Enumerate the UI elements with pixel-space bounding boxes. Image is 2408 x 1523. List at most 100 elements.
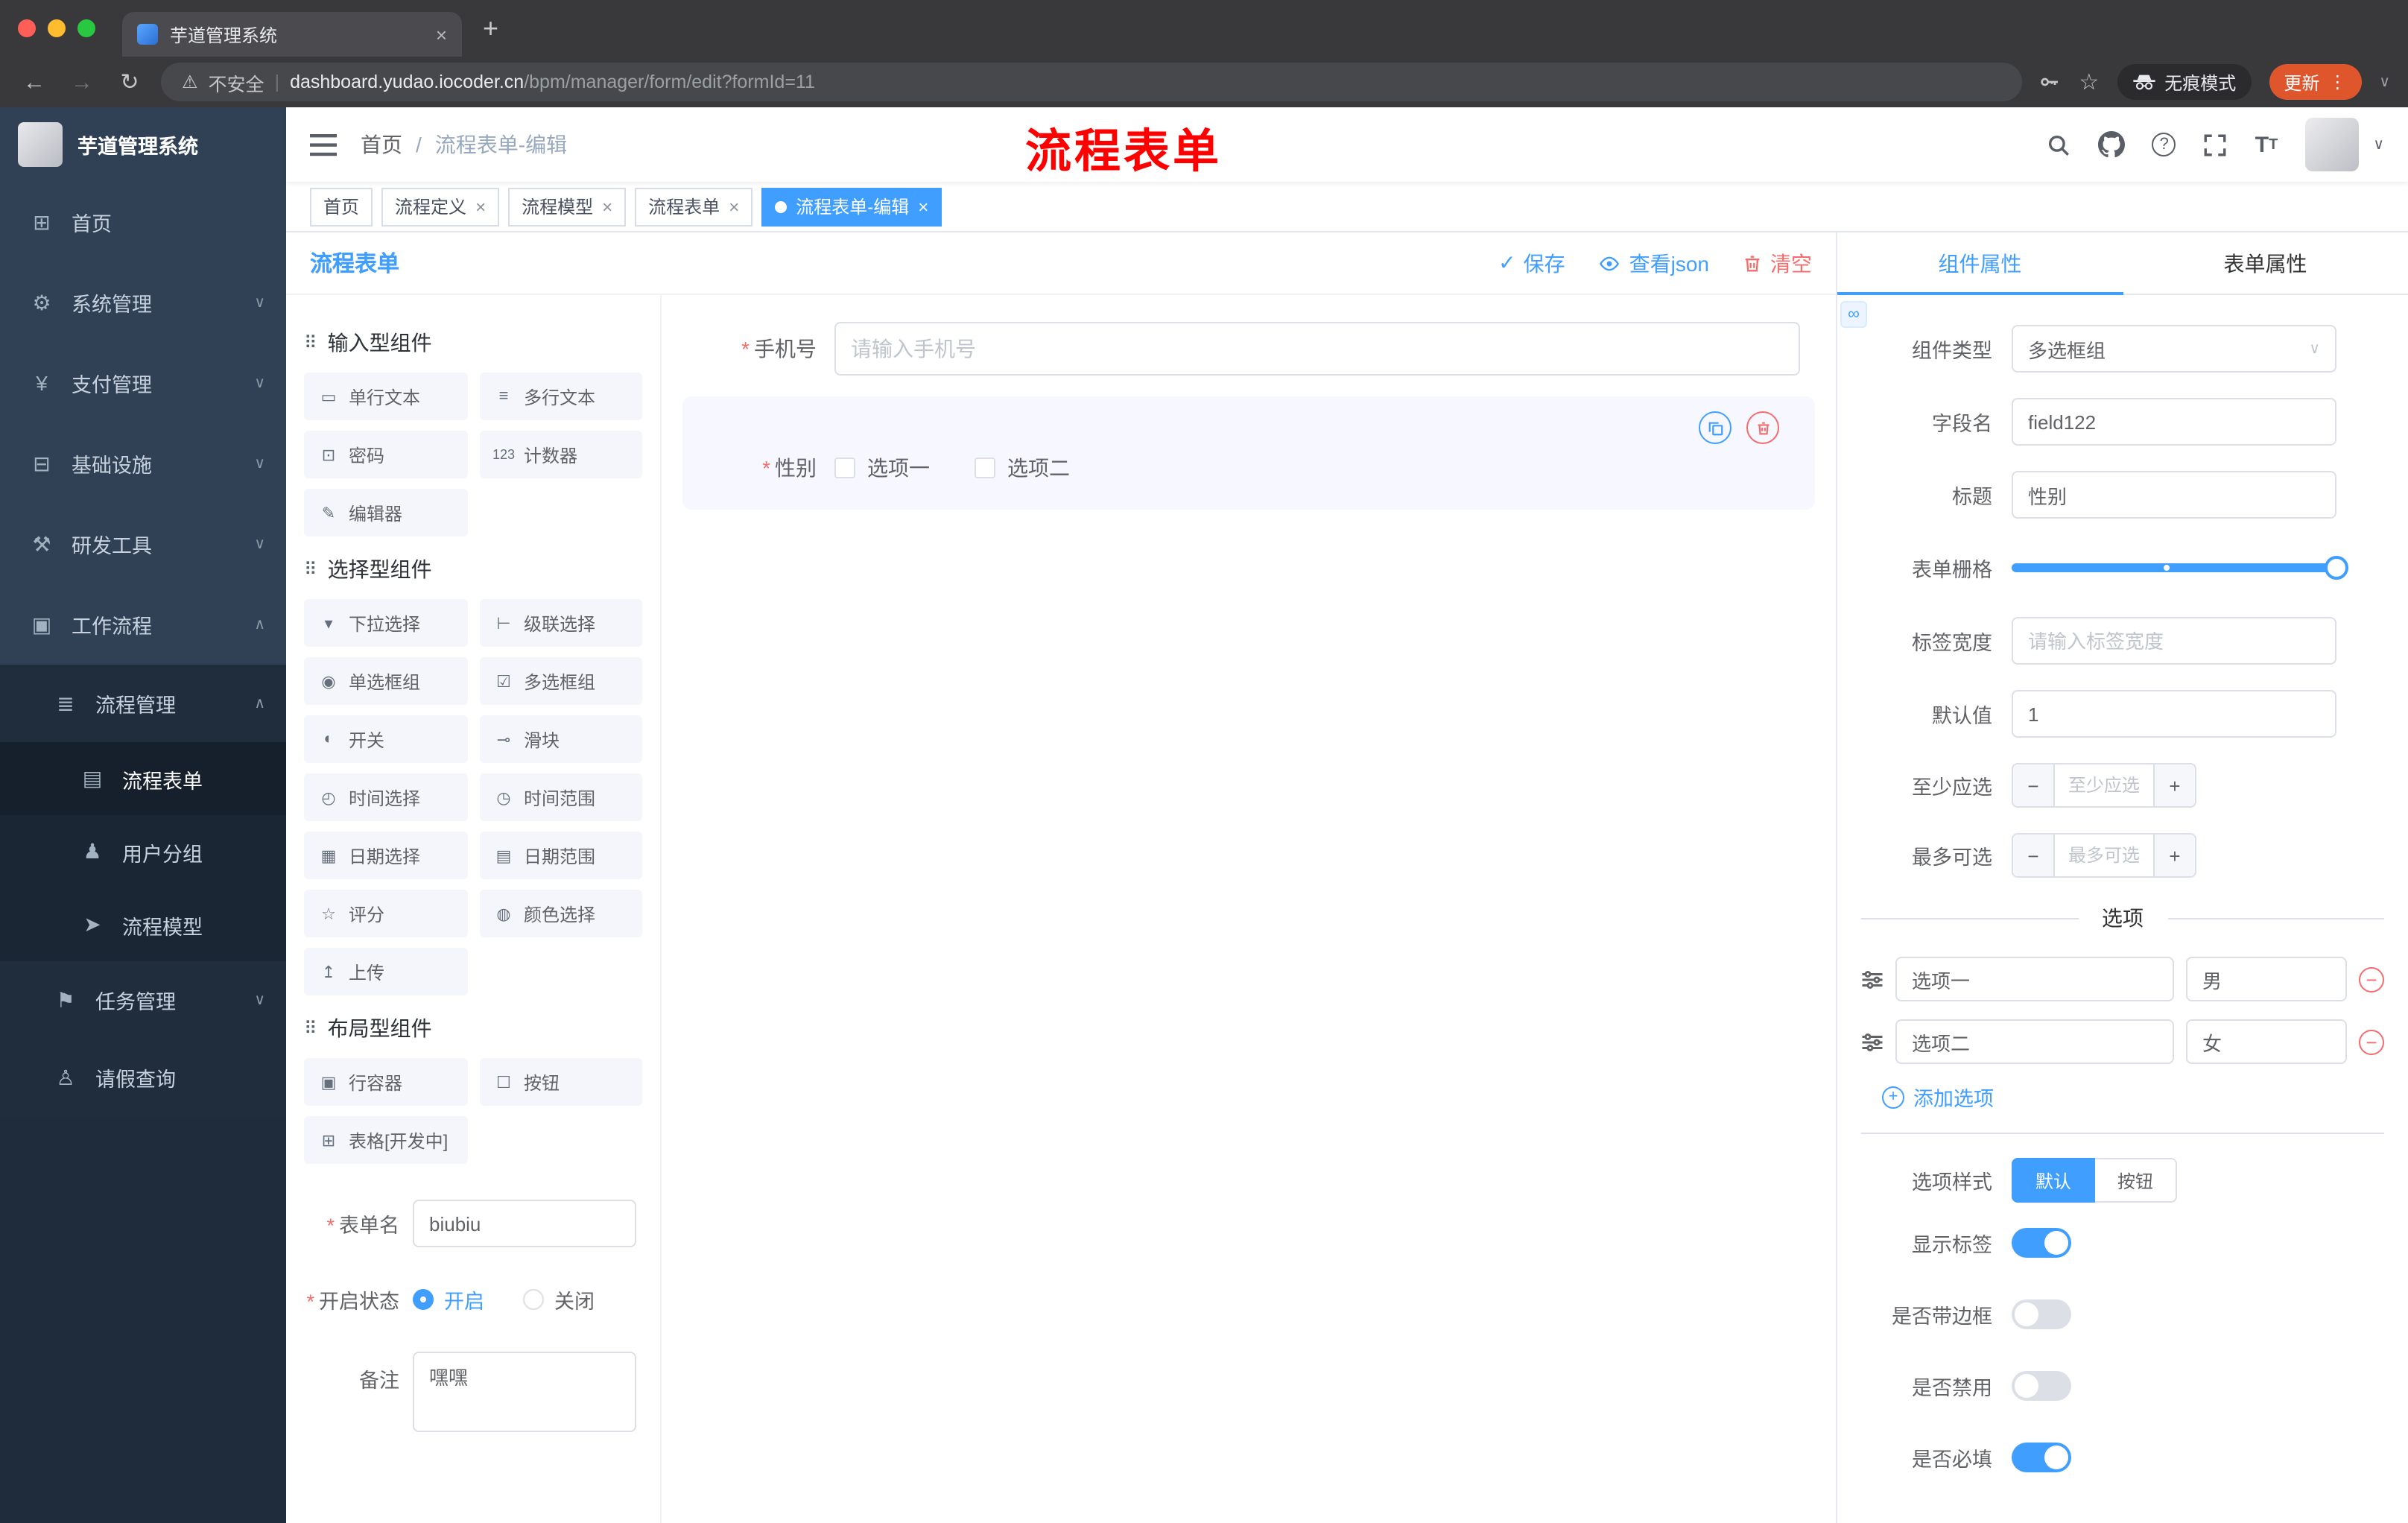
- sidebar-item-infra[interactable]: ⊟ 基础设施 ∨: [0, 423, 286, 504]
- forward-icon[interactable]: →: [66, 69, 98, 95]
- delete-component-icon[interactable]: [1746, 411, 1779, 444]
- browser-menu-icon[interactable]: ⋮: [2328, 72, 2346, 92]
- show-label-toggle[interactable]: [2012, 1228, 2071, 1258]
- required-toggle[interactable]: [2012, 1443, 2071, 1472]
- sidebar-item-system[interactable]: ⚙ 系统管理 ∨: [0, 262, 286, 343]
- close-icon[interactable]: ×: [729, 196, 739, 217]
- title-input[interactable]: [2012, 471, 2336, 519]
- sidebar-item-process-mgmt[interactable]: ≣ 流程管理 ∧: [0, 665, 286, 742]
- save-button[interactable]: ✓ 保存: [1498, 248, 1565, 278]
- chevron-down-icon[interactable]: ∨: [2379, 74, 2390, 90]
- gender-field[interactable]: * 性别 选项一 选项二: [697, 453, 1800, 483]
- minimize-window-button[interactable]: [48, 19, 66, 37]
- field-name-input[interactable]: [2012, 398, 2336, 446]
- sidebar-item-devtools[interactable]: ⚒ 研发工具 ∨: [0, 504, 286, 584]
- palette-item-button[interactable]: ☐ 按钮: [479, 1058, 642, 1106]
- github-icon[interactable]: [2098, 131, 2126, 158]
- search-icon[interactable]: [2047, 132, 2072, 157]
- sidebar-item-leave-query[interactable]: ♙ 请假查询: [0, 1039, 286, 1116]
- password-key-icon[interactable]: [2037, 70, 2061, 94]
- address-bar[interactable]: ⚠ 不安全 | dashboard.yudao.iocoder.cn/bpm/m…: [161, 63, 2023, 101]
- palette-item-time-range[interactable]: ◷ 时间范围: [479, 773, 642, 821]
- help-icon[interactable]: ?: [2152, 133, 2176, 156]
- link-icon[interactable]: ∞: [1840, 301, 1867, 328]
- close-window-button[interactable]: [18, 19, 36, 37]
- palette-item-password[interactable]: ⊡ 密码: [304, 431, 467, 478]
- gender-field-selected[interactable]: * 性别 选项一 选项二: [682, 396, 1815, 510]
- drag-handle-icon[interactable]: [1861, 969, 1883, 989]
- palette-item-date-picker[interactable]: ▦ 日期选择: [304, 832, 467, 879]
- increase-icon[interactable]: +: [2153, 764, 2195, 806]
- palette-item-date-range[interactable]: ▤ 日期范围: [479, 832, 642, 879]
- copy-component-icon[interactable]: [1699, 411, 1731, 444]
- browser-tab[interactable]: 芋道管理系统 ×: [122, 12, 462, 57]
- palette-item-textarea[interactable]: ≡ 多行文本: [479, 373, 642, 420]
- remark-textarea[interactable]: 嘿嘿: [413, 1352, 636, 1432]
- disabled-toggle[interactable]: [2012, 1371, 2071, 1401]
- palette-item-counter[interactable]: 123 计数器: [479, 431, 642, 478]
- tag-home[interactable]: 首页: [310, 187, 373, 226]
- font-size-icon[interactable]: TT: [2255, 132, 2278, 157]
- tab-form-props[interactable]: 表单属性: [2123, 232, 2408, 294]
- option-2-label-input[interactable]: [1895, 1019, 2174, 1064]
- component-type-select[interactable]: 多选框组 ∨: [2012, 325, 2336, 373]
- palette-item-radio-group[interactable]: ◉ 单选框组: [304, 657, 467, 705]
- tab-component-props[interactable]: 组件属性: [1837, 232, 2123, 295]
- form-canvas[interactable]: * 手机号 请输入手机号 * 性别 选项一 选项二: [662, 295, 1836, 1523]
- status-on-radio[interactable]: 开启: [413, 1285, 484, 1314]
- close-icon[interactable]: ×: [918, 196, 928, 217]
- palette-item-slider[interactable]: ⊸ 滑块: [479, 715, 642, 763]
- sidebar-item-workflow[interactable]: ▣ 工作流程 ∧: [0, 584, 286, 665]
- remove-option-icon[interactable]: −: [2359, 1029, 2384, 1054]
- sidebar-item-home[interactable]: ⊞ 首页: [0, 182, 286, 262]
- tag-process-form[interactable]: 流程表单 ×: [635, 187, 753, 226]
- palette-item-single-line-text[interactable]: ▭ 单行文本: [304, 373, 467, 420]
- min-select-input[interactable]: [2055, 764, 2153, 806]
- label-width-input[interactable]: [2012, 617, 2336, 665]
- gender-option-1-checkbox[interactable]: 选项一: [834, 453, 930, 483]
- remove-option-icon[interactable]: −: [2359, 966, 2384, 992]
- add-option-button[interactable]: + 添加选项: [1882, 1082, 2384, 1112]
- palette-item-rate[interactable]: ☆ 评分: [304, 890, 467, 937]
- style-default-button[interactable]: 默认: [2012, 1158, 2096, 1203]
- clear-button[interactable]: 清空: [1742, 248, 1812, 278]
- palette-item-switch[interactable]: ◐ 开关: [304, 715, 467, 763]
- sidebar-item-process-model[interactable]: ➤ 流程模型: [0, 888, 286, 961]
- palette-item-time-picker[interactable]: ◴ 时间选择: [304, 773, 467, 821]
- border-toggle[interactable]: [2012, 1299, 2071, 1329]
- fullscreen-icon[interactable]: [2203, 132, 2228, 157]
- tag-process-form-edit[interactable]: 流程表单-编辑 ×: [761, 187, 942, 226]
- slider-handle[interactable]: [2325, 556, 2348, 580]
- sidebar-item-task-mgmt[interactable]: ⚑ 任务管理 ∨: [0, 961, 286, 1039]
- sidebar-item-process-form[interactable]: ▤ 流程表单: [0, 742, 286, 815]
- tag-process-model[interactable]: 流程模型 ×: [508, 187, 627, 226]
- sidebar-item-payment[interactable]: ¥ 支付管理 ∨: [0, 343, 286, 423]
- max-select-input[interactable]: [2055, 835, 2153, 876]
- style-button-button[interactable]: 按钮: [2095, 1158, 2178, 1203]
- view-json-button[interactable]: 查看json: [1598, 248, 1709, 278]
- palette-item-color-picker[interactable]: ◍ 颜色选择: [479, 890, 642, 937]
- tag-process-definition[interactable]: 流程定义 ×: [381, 187, 500, 226]
- decrease-icon[interactable]: −: [2013, 764, 2055, 806]
- decrease-icon[interactable]: −: [2013, 835, 2055, 876]
- status-off-radio[interactable]: 关闭: [523, 1285, 595, 1314]
- option-1-value-input[interactable]: [2186, 957, 2347, 1001]
- option-2-value-input[interactable]: [2186, 1019, 2347, 1064]
- breadcrumb-home[interactable]: 首页: [361, 130, 402, 159]
- maximize-window-button[interactable]: [77, 19, 95, 37]
- browser-update-button[interactable]: 更新 ⋮: [2269, 64, 2362, 100]
- close-icon[interactable]: ×: [475, 196, 486, 217]
- close-icon[interactable]: ×: [602, 196, 612, 217]
- form-grid-slider[interactable]: [2012, 544, 2348, 592]
- option-1-label-input[interactable]: [1895, 957, 2174, 1001]
- hamburger-icon[interactable]: [310, 133, 337, 156]
- user-avatar[interactable]: [2304, 118, 2359, 171]
- tab-close-icon[interactable]: ×: [436, 23, 447, 45]
- gender-option-2-checkbox[interactable]: 选项二: [975, 453, 1070, 483]
- new-tab-button[interactable]: +: [483, 13, 498, 44]
- reload-icon[interactable]: ↻: [113, 69, 146, 95]
- phone-field[interactable]: * 手机号: [682, 313, 1815, 384]
- back-icon[interactable]: ←: [18, 69, 51, 95]
- palette-item-row-container[interactable]: ▣ 行容器: [304, 1058, 467, 1106]
- drag-handle-icon[interactable]: [1861, 1032, 1883, 1051]
